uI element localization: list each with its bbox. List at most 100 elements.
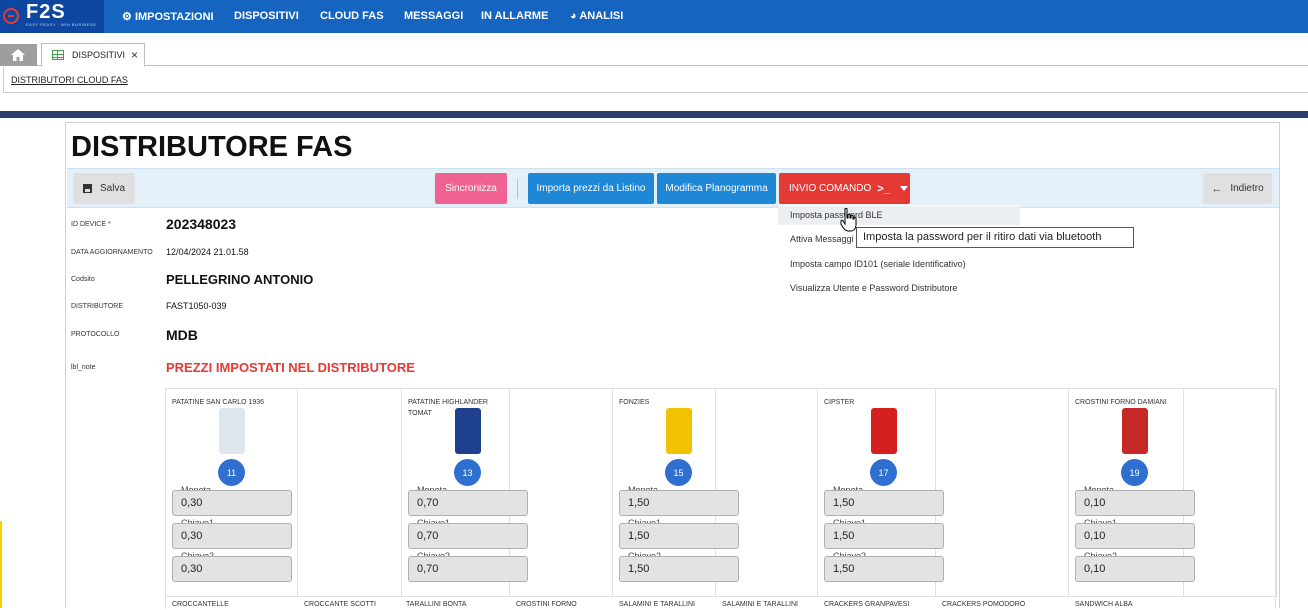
field-label-distributore: DISTRIBUTORE: [71, 303, 123, 310]
price-input-chiave2[interactable]: 1,50: [824, 556, 944, 582]
save-button[interactable]: Salva: [73, 173, 135, 204]
product-name: FONZIES: [619, 399, 650, 406]
product-name: CRACKERS GRANPAVESI: [824, 601, 910, 608]
field-value-protocollo: MDB: [166, 327, 198, 343]
nav-messaggi[interactable]: MESSAGGI: [404, 10, 463, 22]
product-name: CROCCANTE SCOTTI: [304, 601, 376, 608]
field-value-data-aggiornamento: 12/04/2024 21.01.58: [166, 247, 249, 257]
product-slot: CIPSTER17Moneta1,50Chiave11,50Chiave21,5…: [818, 389, 944, 596]
price-input-moneta[interactable]: 0,10: [1075, 490, 1195, 516]
field-value-note: PREZZI IMPOSTATI NEL DISTRIBUTORE: [166, 360, 415, 375]
nav-dispositivi[interactable]: DISPOSITIVI: [234, 10, 299, 22]
import-prices-button[interactable]: Importa prezzi da Listino: [528, 173, 654, 204]
logo-tagline: EASY PEASY · WIN BUSINESS: [26, 22, 97, 27]
nav-impostazioni[interactable]: ⚙ IMPOSTAZIONI: [122, 10, 214, 23]
empty-slot: [298, 389, 402, 596]
empty-slot: [510, 389, 613, 596]
product-image: [219, 408, 245, 454]
pie-chart-icon: ◕: [570, 10, 577, 22]
product-image: [871, 408, 897, 454]
product-image: [1122, 408, 1148, 454]
product-name: SALAMINI E TARALLINI: [722, 601, 798, 608]
logo[interactable]: F2S EASY PEASY · WIN BUSINESS: [0, 0, 104, 33]
send-command-dropdown: Imposta password BLE Attiva Messaggi Imp…: [778, 205, 1020, 301]
price-input-moneta[interactable]: 1,50: [824, 490, 944, 516]
price-input-moneta[interactable]: 0,30: [172, 490, 292, 516]
slot-number-badge: 11: [218, 459, 245, 486]
price-input-chiave1[interactable]: 1,50: [824, 523, 944, 549]
floppy-disk-icon: [82, 184, 92, 193]
empty-slot: [1184, 389, 1277, 596]
send-command-label: INVIO COMANDO: [789, 183, 872, 194]
nav-cloud-fas[interactable]: CLOUD FAS: [320, 10, 384, 22]
product-slot: CROSTINI FORNO DAMIANI19Moneta0,10Chiave…: [1069, 389, 1195, 596]
product-name: CROSTINI FORNO: [516, 601, 577, 608]
home-tab[interactable]: [0, 44, 37, 66]
logo-text: F2S: [26, 1, 66, 23]
planogram-grid: PATATINE SAN CARLO 193611Moneta0,30Chiav…: [165, 388, 1277, 609]
field-label-codsito: Codsito: [71, 276, 95, 283]
menu-item-visualizza-utente-password[interactable]: Visualizza Utente e Password Distributor…: [778, 279, 1020, 298]
field-value-codsito: PELLEGRINO ANTONIO: [166, 272, 314, 287]
top-navbar: F2S EASY PEASY · WIN BUSINESS ⚙ IMPOSTAZ…: [0, 0, 1308, 33]
chevron-down-icon: [899, 186, 908, 191]
header-stripe: [0, 111, 1308, 118]
slot-number-badge: 19: [1121, 459, 1148, 486]
tab-dispositivi-label: DISPOSITIVI: [72, 50, 126, 60]
price-input-chiave1[interactable]: 0,30: [172, 523, 292, 549]
tab-bar: DISPOSITIVI ×: [0, 42, 1308, 67]
product-image: [455, 408, 481, 454]
nav-in-allarme[interactable]: IN ALLARME: [481, 10, 548, 22]
close-tab-icon[interactable]: ×: [131, 48, 138, 62]
field-label-note: lbl_note: [71, 364, 96, 371]
page-title: DISTRIBUTORE FAS: [71, 131, 353, 163]
table-grid-icon: [52, 50, 64, 60]
back-button[interactable]: ← Indietro: [1203, 173, 1272, 204]
logo-mark-icon: [3, 8, 19, 24]
slot-number-badge: 15: [665, 459, 692, 486]
breadcrumb-link[interactable]: DISTRIBUTORI CLOUD FAS: [11, 75, 128, 85]
nav-impostazioni-label: IMPOSTAZIONI: [134, 11, 214, 23]
side-marker: [0, 521, 2, 608]
product-name: CRACKERS POMODORO: [942, 601, 1026, 608]
send-command-button[interactable]: INVIO COMANDO >_: [779, 173, 910, 204]
price-input-chiave1[interactable]: 0,10: [1075, 523, 1195, 549]
arrow-left-icon: ←: [1211, 182, 1223, 195]
edit-planogram-button[interactable]: Modifica Planogramma: [657, 173, 776, 204]
field-label-data-aggiornamento: DATA AGGIORNAMENTO: [71, 249, 153, 256]
product-name: CROSTINI FORNO DAMIANI: [1075, 399, 1167, 406]
product-name: CIPSTER: [824, 399, 855, 406]
slot-number-badge: 13: [454, 459, 481, 486]
product-slot: PATATINE SAN CARLO 193611Moneta0,30Chiav…: [166, 389, 298, 596]
toolbar-divider: [517, 179, 518, 199]
gear-icon: ⚙: [122, 11, 132, 23]
field-value-id-device: 202348023: [166, 216, 237, 232]
menu-item-imposta-id101[interactable]: Imposta campo ID101 (seriale Identificat…: [778, 255, 1020, 274]
product-name: TARALLINI BONTA: [406, 601, 467, 608]
nav-analisi[interactable]: ◕ ANALISI: [570, 10, 623, 22]
price-input-chiave2[interactable]: 0,30: [172, 556, 292, 582]
product-name: CROCCANTELLE: [172, 601, 229, 608]
hand-cursor-icon: [840, 208, 857, 232]
field-value-distributore: FAST1050-039: [166, 301, 227, 311]
product-name: PATATINE SAN CARLO 1936: [172, 399, 265, 406]
product-name: SALAMINI E TARALLINI: [619, 601, 695, 608]
back-label: Indietro: [1230, 183, 1264, 194]
menu-item-imposta-password-ble[interactable]: Imposta password BLE: [778, 206, 1020, 225]
breadcrumb-bar: DISTRIBUTORI CLOUD FAS: [3, 67, 1308, 93]
tab-dispositivi[interactable]: DISPOSITIVI ×: [41, 43, 145, 67]
price-input-chiave2[interactable]: 0,10: [1075, 556, 1195, 582]
save-label: Salva: [99, 183, 125, 194]
sync-button[interactable]: Sincronizza: [435, 173, 507, 204]
action-toolbar: Salva Sincronizza Importa prezzi da List…: [67, 168, 1279, 208]
nav-analisi-label: ANALISI: [579, 10, 624, 22]
slot-number-badge: 17: [870, 459, 897, 486]
tooltip: Imposta la password per il ritiro dati v…: [856, 227, 1134, 248]
empty-slot: [716, 389, 818, 596]
device-panel: DISTRIBUTORE FAS Salva Sincronizza Impor…: [65, 122, 1280, 609]
field-label-id-device: ID DEVICE *: [71, 221, 111, 228]
product-image: [666, 408, 692, 454]
terminal-icon: >_: [877, 182, 890, 195]
product-slot: FONZIES15Moneta1,50Chiave11,50Chiave21,5…: [613, 389, 739, 596]
field-label-protocollo: PROTOCOLLO: [71, 331, 120, 338]
